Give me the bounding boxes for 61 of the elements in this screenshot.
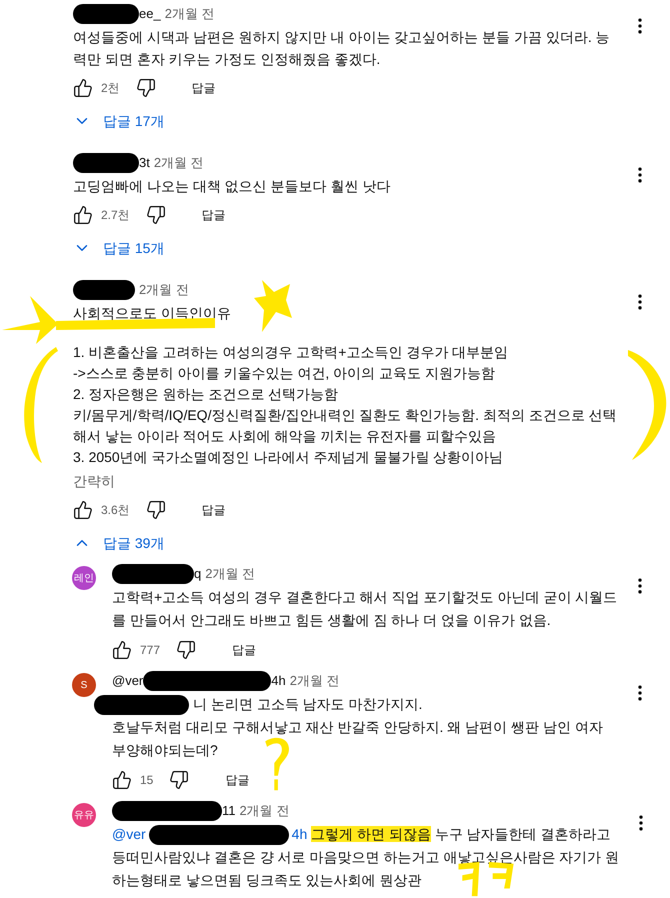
comment-text: 고학력+고소득 여성의 경우 결혼한다고 해서 직업 포기할것도 아닌데 굳이 시월드를 만들어서 안그래도 바쁘고 힘든 생활에 짐 하나 더 얹을 이유가 없음.	[112, 588, 618, 630]
comment-time: 2개월 전	[164, 5, 215, 24]
thumbs-up-icon[interactable]	[112, 770, 132, 790]
comment-text: 그렇게 하면 되잖음	[311, 826, 431, 842]
reply-button[interactable]: 답글	[213, 767, 262, 793]
avatar[interactable]: S	[72, 673, 96, 697]
redaction-mark	[73, 4, 139, 24]
author-name[interactable]: 4h	[271, 671, 286, 691]
comment-text: 부양해야되는데?	[112, 741, 218, 760]
star-scribble-drawing	[254, 278, 294, 334]
redaction-mark	[73, 280, 135, 300]
avatar[interactable]: 레인	[72, 566, 96, 590]
show-less-button[interactable]: 간략히	[73, 470, 115, 492]
comment-time: 2개월 전	[290, 672, 340, 690]
thumbs-up-icon[interactable]	[112, 640, 132, 660]
avatar[interactable]: 유유	[72, 803, 96, 827]
reply-button[interactable]: 답글	[190, 202, 238, 228]
replies-toggle[interactable]: 답글 15개	[73, 230, 164, 266]
comment-text: 여성들중에 시댁과 남편은 원하지 않지만 내 아이는 갖고싶어하는 분들 가끔 있더라. 능력만 되면 혼자 키우는 가정도 인정해줬음 좋겠다.	[73, 28, 611, 69]
mention-link[interactable]: 4h	[292, 826, 308, 842]
comment-title: 사회적으로도 이득인이유	[73, 304, 232, 323]
like-count: 15	[140, 772, 154, 789]
comment-time: 2개월 전	[154, 154, 204, 172]
author-name[interactable]: q	[194, 564, 202, 584]
comment-text: 고딩엄빠에 나오는 대책 없으신 분들보다 훨씬 낫다	[73, 177, 392, 196]
author-name[interactable]: @ver	[112, 671, 144, 691]
author-name[interactable]: ee_	[139, 4, 161, 24]
author-name[interactable]: 11	[222, 801, 236, 821]
comment-time: 2개월 전	[240, 802, 290, 820]
like-count: 2천	[101, 80, 120, 97]
comment-text: 누구 남자들한테 결혼하라고	[434, 826, 611, 842]
like-count: 3.6천	[101, 502, 130, 519]
reply-button[interactable]: 답글	[180, 75, 228, 101]
comment-time: 2개월 전	[205, 565, 256, 584]
author-name[interactable]: 3t	[139, 153, 150, 173]
comment-time: 2개월 전	[139, 281, 189, 300]
thumbs-down-icon[interactable]	[176, 640, 196, 660]
thumbs-down-icon[interactable]	[136, 78, 156, 98]
reply-button[interactable]: 답글	[220, 637, 268, 663]
comment-text: 등떠민사람있냐 결혼은 걍 서로 마음맞으면 하는거고 애낳고싶은사람은 자기가 원	[112, 849, 620, 865]
like-count: 2.7천	[101, 207, 130, 224]
replies-toggle[interactable]: 답글 39개	[73, 525, 164, 561]
comment-text: ->스스로 충분히 아이를 키울수있는 여건, 아이의 교육도 지원가능함	[73, 364, 496, 383]
thumbs-up-icon[interactable]	[73, 205, 93, 225]
thumbs-down-icon[interactable]	[146, 500, 166, 520]
comment-text: 키/몸무게/학력/IQ/EQ/정신력질환/집안내력인 질환도 확인가능함. 최적의 조건으로 선택해서 낳는 아이라 적어도 사회에 해악을 끼치는 유전자를 피할수있음	[73, 406, 618, 446]
comment-text: 1. 비혼출산을 고려하는 여성의경우 고학력+고소득인 경우가 대부분임	[73, 343, 510, 362]
like-count: 777	[140, 642, 160, 659]
thumbs-down-icon[interactable]	[146, 205, 166, 225]
comment-text: 3. 2050년에 국가소멸예정인 나라에서 주제넘게 물불가릴 상황이아님	[73, 448, 504, 467]
thumbs-down-icon[interactable]	[169, 770, 190, 790]
reply-button[interactable]: 답글	[190, 497, 238, 523]
redaction-mark	[73, 153, 139, 173]
mention-link[interactable]: @ver	[112, 826, 146, 842]
comment-text: 니 논리면 고소득 남자도 마찬가지지.	[193, 695, 422, 714]
thumbs-up-icon[interactable]	[73, 78, 93, 98]
replies-toggle[interactable]: 답글 17개	[73, 103, 164, 139]
comment-text: 2. 정자은행은 원하는 조건으로 선택가능함	[73, 385, 340, 404]
thumbs-up-icon[interactable]	[73, 500, 93, 520]
comment-text: 호날두처럼 대리모 구해서낳고 재산 반갈죽 안당하지. 왜 남편이 쌩판 남인 여자	[112, 718, 603, 737]
comment-text: 하는형태로 낳으면됨 딩크족도 있는사회에 뭔상관	[112, 872, 422, 888]
